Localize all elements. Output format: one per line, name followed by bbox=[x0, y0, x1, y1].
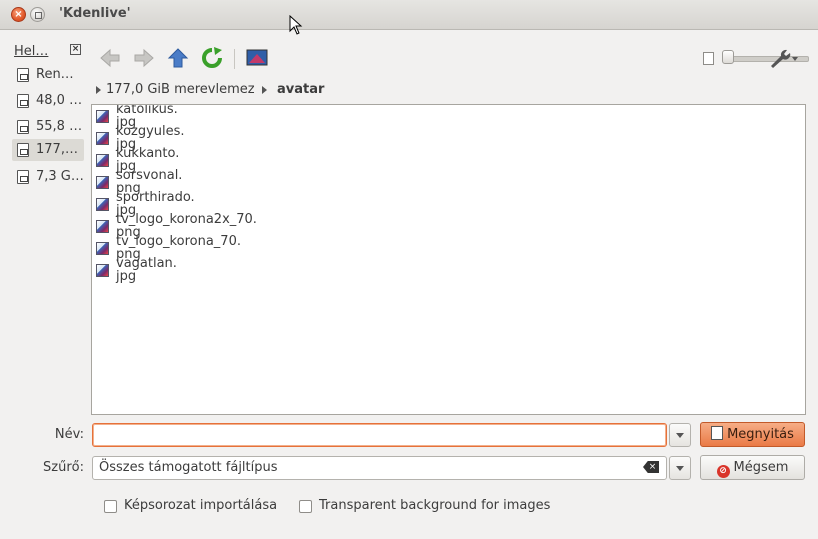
name-dropdown-button[interactable] bbox=[669, 423, 691, 447]
forward-arrow-icon[interactable] bbox=[132, 46, 156, 70]
image-file-icon bbox=[96, 154, 109, 167]
open-button[interactable]: Megnyitás bbox=[700, 422, 805, 447]
filter-input[interactable]: Összes támogatott fájltípus bbox=[92, 456, 667, 480]
image-file-icon bbox=[96, 110, 109, 123]
name-input[interactable] bbox=[92, 423, 667, 447]
transparent-background-checkbox[interactable] bbox=[299, 500, 312, 513]
place-item[interactable]: 48,0 … bbox=[12, 90, 84, 112]
drive-icon bbox=[17, 94, 29, 108]
image-file-icon bbox=[96, 242, 109, 255]
place-item[interactable]: 7,3 G… bbox=[12, 166, 84, 188]
list-item[interactable]: vagatlan. jpg bbox=[92, 257, 792, 283]
image-file-icon bbox=[96, 132, 109, 145]
title-bar: × 'Kdenlive' bbox=[0, 0, 818, 30]
breadcrumb-item[interactable]: 177,0 GiB merevlemez bbox=[106, 82, 255, 97]
cancel-stop-icon: ⊘ bbox=[716, 465, 730, 478]
filter-dropdown-button[interactable] bbox=[669, 456, 691, 480]
maximize-window-icon[interactable] bbox=[30, 7, 45, 22]
image-sequence-checkbox[interactable] bbox=[104, 500, 117, 513]
drive-icon bbox=[17, 120, 29, 134]
place-item[interactable]: Ren… bbox=[12, 64, 84, 86]
place-item-selected[interactable]: 177,… bbox=[12, 139, 84, 161]
close-window-icon[interactable]: × bbox=[11, 7, 26, 22]
filter-label: Szűrő: bbox=[43, 460, 84, 475]
drive-icon bbox=[17, 68, 29, 82]
usb-drive-icon bbox=[17, 170, 29, 184]
breadcrumb-item-current[interactable]: avatar bbox=[277, 82, 324, 97]
mouse-cursor-icon bbox=[289, 15, 303, 35]
file-toolbar bbox=[92, 42, 809, 74]
close-places-icon[interactable]: × bbox=[70, 44, 81, 55]
back-arrow-icon[interactable] bbox=[98, 46, 122, 70]
reload-icon[interactable] bbox=[200, 46, 224, 70]
zoom-slider-handle[interactable] bbox=[722, 50, 734, 64]
image-file-icon bbox=[96, 198, 109, 211]
file-list[interactable]: katolikus. jpg kozgyules. jpg kukkanto. jpg… bbox=[91, 104, 806, 415]
cancel-button[interactable]: ⊘ Mégsem bbox=[700, 455, 805, 480]
window-title: 'Kdenlive' bbox=[59, 6, 131, 21]
zoom-out-icon bbox=[703, 52, 714, 65]
open-document-icon bbox=[711, 426, 724, 440]
place-item[interactable]: 55,8 … bbox=[12, 116, 84, 138]
drive-icon bbox=[17, 143, 29, 157]
breadcrumb-arrow-icon[interactable] bbox=[262, 86, 267, 94]
settings-wrench-icon[interactable] bbox=[768, 46, 800, 70]
image-file-icon bbox=[96, 220, 109, 233]
name-label: Név: bbox=[54, 427, 84, 442]
image-sequence-label[interactable]: Képsorozat importálása bbox=[124, 498, 277, 513]
places-header: Hel… bbox=[14, 44, 49, 59]
breadcrumb-arrow-icon[interactable] bbox=[96, 86, 101, 94]
toolbar-separator bbox=[234, 49, 235, 69]
image-file-icon bbox=[96, 176, 109, 189]
transparent-background-label[interactable]: Transparent background for images bbox=[319, 498, 550, 513]
image-preview-icon[interactable] bbox=[245, 46, 269, 70]
image-file-icon bbox=[96, 264, 109, 277]
up-arrow-icon[interactable] bbox=[166, 46, 190, 70]
